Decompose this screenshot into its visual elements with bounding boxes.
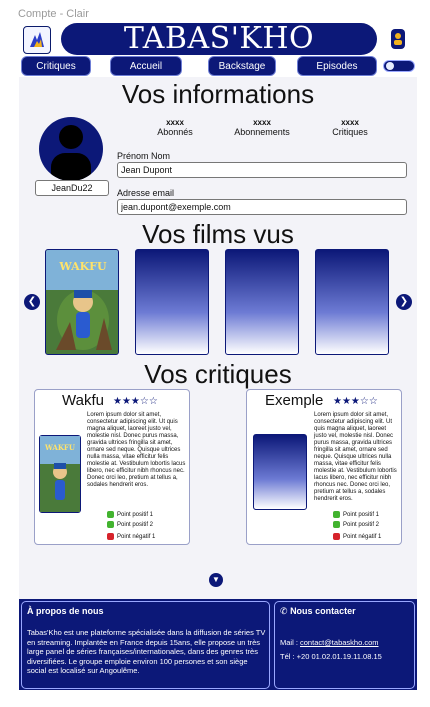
poster-title: WAKFU — [44, 443, 75, 452]
nav-accueil[interactable]: Accueil — [110, 56, 182, 76]
film-poster-placeholder[interactable] — [315, 249, 389, 355]
films-prev-button[interactable]: ❮ — [24, 294, 40, 310]
films-next-button[interactable]: ❯ — [396, 294, 412, 310]
phone-icon: ✆ — [280, 606, 288, 616]
name-field[interactable] — [117, 162, 407, 178]
thumbs-up-icon — [107, 521, 114, 528]
info-section-title: Vos informations — [121, 79, 315, 109]
about-box: À propos de nous Tabas'Kho est une plate… — [21, 601, 270, 689]
films-section-title: Vos films vus — [142, 219, 294, 249]
thumbs-up-icon — [333, 511, 340, 518]
about-text: Tabas'Kho est une plateforme spécialisée… — [27, 628, 266, 675]
negative-point: Point négatif 1 — [333, 533, 381, 540]
flame-logo-icon — [30, 32, 44, 47]
film-poster-wakfu[interactable]: WAKFU — [45, 249, 119, 355]
stat-label: Abonnés — [157, 127, 193, 137]
username: JeanDu22 — [35, 180, 109, 196]
reviews-section-title: Vos critiques — [144, 359, 292, 389]
review-poster: WAKFU — [39, 435, 81, 513]
poster-title: WAKFU — [58, 260, 107, 273]
avatar[interactable] — [39, 117, 103, 181]
review-body: Lorem ipsum dolor sit amet, consectetur … — [314, 412, 397, 502]
email-field-label: Adresse email — [117, 188, 175, 198]
stat-abonnements[interactable]: xxxx Abonnements — [217, 118, 307, 137]
film-poster-placeholder[interactable] — [135, 249, 209, 355]
negative-point: Point négatif 1 — [107, 533, 155, 540]
scroll-down-button[interactable]: ▼ — [209, 573, 223, 587]
review-title: Exemple — [265, 392, 324, 409]
name-field-label: Prénom Nom — [117, 151, 171, 161]
stat-value: xxxx — [253, 118, 271, 127]
main-nav: Critiques Accueil Backstage Episodes — [19, 56, 417, 76]
email-field[interactable] — [117, 199, 407, 215]
rating-stars: ★★★☆☆ — [113, 396, 158, 407]
nav-episodes[interactable]: Episodes — [297, 56, 377, 76]
review-card[interactable]: Exemple ★★★☆☆ Lorem ipsum dolor sit amet… — [246, 389, 402, 545]
thumbs-up-icon — [333, 521, 340, 528]
contact-mail: Mail : contact@tabaskho.com — [280, 638, 379, 647]
stat-label: Abonnements — [234, 127, 290, 137]
stat-abonnes[interactable]: xxxx Abonnés — [130, 118, 220, 137]
frame-label: Compte - Clair — [18, 8, 89, 20]
stat-value: xxxx — [341, 118, 359, 127]
film-poster-placeholder[interactable] — [225, 249, 299, 355]
positive-point: Point positif 1 — [333, 511, 379, 518]
rating-stars: ★★★☆☆ — [333, 396, 378, 407]
nav-critiques[interactable]: Critiques — [21, 56, 91, 76]
sun-icon — [386, 62, 394, 70]
positive-point: Point positif 2 — [107, 521, 153, 528]
wakfu-poster-art: WAKFU — [46, 250, 118, 354]
theme-toggle[interactable] — [383, 60, 415, 72]
stat-label: Critiques — [332, 127, 368, 137]
footer: À propos de nous Tabas'Kho est une plate… — [19, 599, 417, 690]
user-account-icon[interactable] — [391, 29, 405, 49]
contact-box: ✆ Nous contacter Mail : contact@tabaskho… — [274, 601, 415, 689]
stat-value: xxxx — [166, 118, 184, 127]
about-title: À propos de nous — [27, 606, 104, 616]
contact-title: ✆ Nous contacter — [280, 606, 356, 616]
account-page: TABAS'KHO Critiques Accueil Backstage Ep… — [19, 22, 417, 690]
brand-title: TABAS'KHO — [61, 23, 377, 55]
nav-backstage[interactable]: Backstage — [208, 56, 276, 76]
thumbs-down-icon — [333, 533, 340, 540]
logo[interactable] — [23, 26, 51, 54]
review-card[interactable]: Wakfu ★★★☆☆ WAKFU Lorem ipsum dolor sit … — [34, 389, 190, 545]
thumbs-down-icon — [107, 533, 114, 540]
thumbs-up-icon — [107, 511, 114, 518]
stat-critiques[interactable]: xxxx Critiques — [305, 118, 395, 137]
review-body: Lorem ipsum dolor sit amet, consectetur … — [87, 412, 186, 488]
positive-point: Point positif 2 — [333, 521, 379, 528]
contact-phone: Tél : +20 01.02.01.19.11.08.15 — [280, 652, 382, 661]
review-title: Wakfu — [62, 392, 104, 409]
header: TABAS'KHO Critiques Accueil Backstage Ep… — [19, 22, 417, 77]
mail-link[interactable]: contact@tabaskho.com — [300, 638, 379, 647]
positive-point: Point positif 1 — [107, 511, 153, 518]
review-poster-placeholder — [253, 434, 307, 510]
